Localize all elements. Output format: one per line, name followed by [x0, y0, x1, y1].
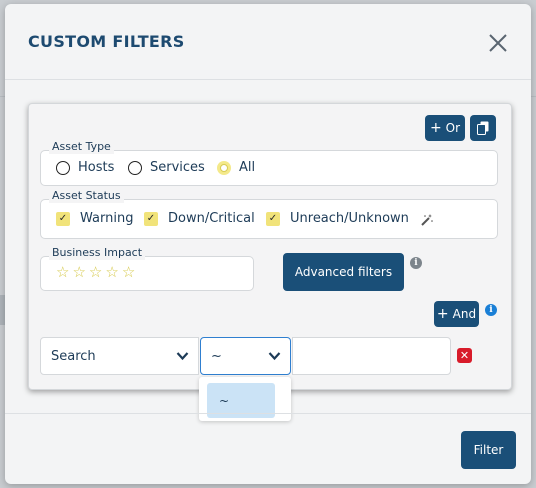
checkbox-unreach-unknown-label: Unreach/Unknown: [290, 211, 409, 226]
modal-title: CUSTOM FILTERS: [28, 32, 185, 51]
radio-hosts[interactable]: Hosts: [56, 160, 114, 175]
or-button[interactable]: + Or: [425, 115, 465, 141]
or-button-label: Or: [445, 121, 461, 135]
filter-panel: + Or Asset Type Hosts Services All Asset…: [28, 103, 512, 390]
field-select-value: Search: [51, 348, 96, 364]
close-icon[interactable]: [485, 30, 511, 56]
checkbox-warning[interactable]: ✓ Warning: [56, 211, 133, 226]
checkbox-down-critical-label: Down/Critical: [168, 211, 255, 226]
rating-stars[interactable]: ☆ ☆ ☆ ☆ ☆: [56, 264, 135, 280]
radio-services[interactable]: Services: [128, 160, 205, 175]
operator-dropdown-menu: ~: [199, 377, 291, 421]
asset-type-group: Asset Type Hosts Services All: [40, 140, 498, 186]
magic-wand-icon[interactable]: [420, 212, 434, 226]
checkbox[interactable]: ✓: [144, 211, 158, 226]
star-icon[interactable]: ☆: [56, 264, 69, 280]
asset-status-label: Asset Status: [49, 189, 124, 203]
copy-icon: [477, 121, 489, 135]
modal-header: CUSTOM FILTERS: [5, 4, 531, 80]
value-input[interactable]: [292, 337, 451, 375]
radio-all-label: All: [239, 160, 256, 175]
checkbox[interactable]: ✓: [266, 211, 280, 226]
radio-button-selected[interactable]: [217, 160, 231, 175]
chevron-down-icon: [176, 352, 189, 361]
footer-divider: [5, 413, 531, 414]
star-icon[interactable]: ☆: [72, 264, 85, 280]
chevron-down-icon: [268, 352, 281, 361]
star-icon[interactable]: ☆: [89, 264, 102, 280]
star-icon[interactable]: ☆: [122, 264, 135, 280]
asset-type-label: Asset Type: [49, 140, 114, 154]
advanced-filters-button[interactable]: Advanced filters: [283, 253, 404, 291]
radio-button[interactable]: [128, 160, 142, 175]
filter-button[interactable]: Filter: [461, 431, 516, 469]
plus-icon: +: [436, 306, 449, 322]
radio-hosts-label: Hosts: [78, 160, 115, 175]
checkbox[interactable]: ✓: [56, 211, 70, 226]
close-icon: ✕: [459, 349, 470, 362]
star-icon[interactable]: ☆: [105, 264, 118, 280]
delete-condition-button[interactable]: ✕: [457, 348, 472, 363]
business-impact-label: Business Impact: [49, 246, 146, 260]
copy-button[interactable]: [470, 115, 496, 141]
operator-select-value: ~: [211, 348, 222, 364]
radio-services-label: Services: [150, 160, 205, 175]
info-icon[interactable]: i: [485, 304, 497, 316]
asset-status-group: Asset Status ✓ Warning ✓ Down/Critical ✓…: [40, 189, 498, 239]
radio-all[interactable]: All: [217, 160, 255, 175]
and-button[interactable]: + And: [434, 301, 479, 327]
info-icon[interactable]: i: [410, 257, 422, 269]
checkbox-down-critical[interactable]: ✓ Down/Critical: [144, 211, 255, 226]
business-impact-group: Business Impact ☆ ☆ ☆ ☆ ☆: [40, 246, 254, 291]
checkbox-warning-label: Warning: [80, 211, 134, 226]
field-select[interactable]: Search: [40, 337, 199, 375]
custom-filters-modal: CUSTOM FILTERS + Or Asset Type Hosts Ser…: [5, 4, 531, 484]
plus-icon: +: [429, 120, 442, 136]
checkbox-unreach-unknown[interactable]: ✓ Unreach/Unknown: [266, 211, 409, 226]
operator-select[interactable]: ~: [200, 337, 291, 375]
and-button-label: And: [452, 307, 477, 321]
radio-button[interactable]: [56, 160, 70, 175]
